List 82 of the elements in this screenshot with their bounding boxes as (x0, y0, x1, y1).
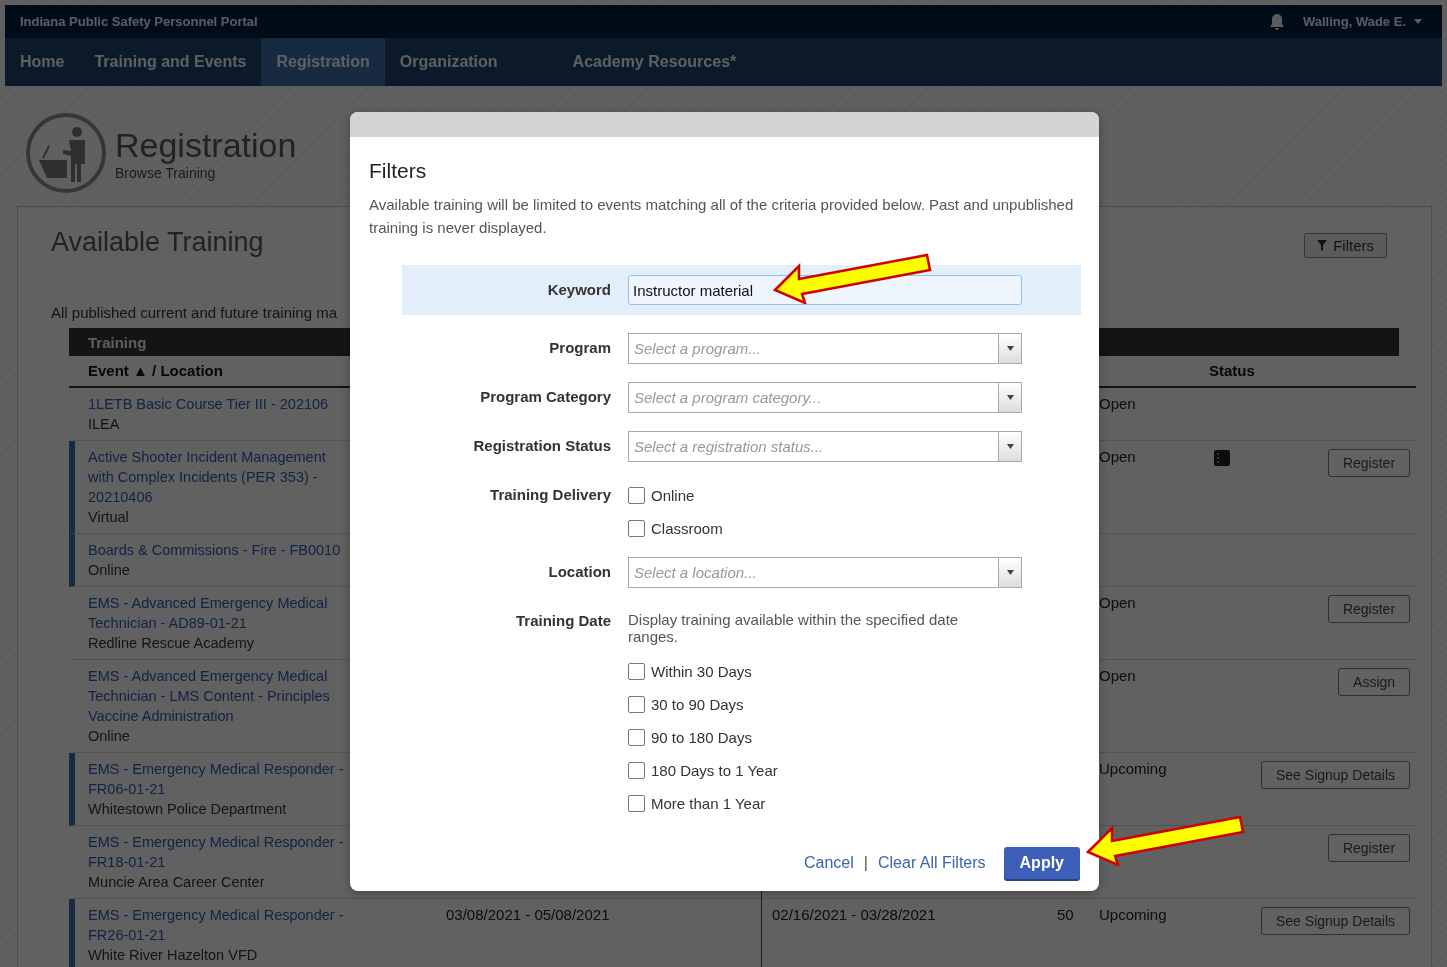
nav-tab[interactable]: Registration (261, 38, 385, 86)
page-subtitle: Browse Training (115, 165, 217, 181)
field-hint: Display training available within the specified date ranges. (628, 611, 960, 645)
dropdown-arrow-icon (1006, 395, 1014, 400)
status-text: Upcoming (1098, 759, 1167, 779)
event-location: Whitestown Police Department (88, 800, 288, 819)
row-action-button[interactable]: See Signup Details (1261, 761, 1411, 789)
event-link[interactable]: EMS - Emergency Medical Responder - FR06-01-21 (88, 759, 353, 799)
checkbox[interactable] (628, 520, 645, 537)
caret-icon (1414, 19, 1422, 24)
status-text: Open (1098, 666, 1136, 686)
checkbox-option[interactable]: 180 Days to 1 Year (628, 760, 1008, 781)
checkbox[interactable] (628, 795, 645, 812)
column-header[interactable]: Event ▲ / Location (69, 356, 223, 379)
checkbox-option[interactable]: Within 30 Days (628, 661, 1008, 682)
event-link[interactable]: EMS - Advanced Emergency Medical Technician - LMS Content - Principles Vaccine Administration (88, 666, 353, 726)
event-link[interactable]: EMS - Advanced Emergency Medical Technician - AD89-01-21 (88, 593, 353, 633)
row-action-button[interactable]: See Signup Details (1261, 907, 1411, 935)
checkbox-option[interactable]: 90 to 180 Days (628, 727, 1008, 748)
intro-text: All published current and future training ma (51, 304, 338, 321)
event-location: Online (88, 561, 131, 580)
dropdown-arrow-icon (1006, 570, 1014, 575)
table-cell: 02/16/2021 - 03/28/2021 (761, 899, 1046, 967)
dropdown-arrow-icon (1006, 346, 1014, 351)
event-location: White River Hazelton VFD (88, 946, 259, 965)
book-icon[interactable] (1213, 449, 1231, 467)
event-location: ILEA (88, 415, 121, 434)
column-header[interactable]: Status (1201, 356, 1255, 379)
row-action-button[interactable]: Register (1327, 834, 1411, 862)
checkbox[interactable] (628, 762, 645, 779)
event-location: Muncie Area Career Center (88, 873, 266, 892)
event-location: Online (88, 727, 131, 746)
status-text: Open (1098, 593, 1136, 613)
event-link[interactable]: Boards & Commissions - Fire - FB0010 (88, 540, 353, 560)
field-label: Training Date (514, 611, 611, 631)
dropdown-arrow-icon (1006, 444, 1014, 449)
checkbox-option[interactable]: 30 to 90 Days (628, 694, 1008, 715)
checkbox[interactable] (628, 696, 645, 713)
user-menu[interactable]: Walling, Wade E. (1302, 14, 1422, 29)
apply-button[interactable]: Apply (1003, 847, 1080, 879)
cancel-link[interactable]: Cancel (804, 854, 854, 872)
checkbox-option[interactable]: Classroom (628, 518, 723, 539)
event-link[interactable]: EMS - Emergency Medical Responder - FR26-01-21 (88, 905, 353, 945)
table-cell-text: 50 (1056, 905, 1074, 925)
table-cell-text: 03/08/2021 - 05/08/2021 (445, 905, 610, 925)
row-action-button[interactable]: Assign (1338, 668, 1411, 696)
status-text: Upcoming (1098, 905, 1167, 925)
event-link[interactable]: 1LETB Basic Course Tier III - 202106 (88, 394, 353, 414)
event-location: Virtual (88, 508, 130, 527)
field-label: Program (548, 338, 611, 358)
checkbox[interactable] (628, 729, 645, 746)
event-link[interactable]: EMS - Emergency Medical Responder - FR18-01-21 (88, 832, 353, 872)
select-field[interactable]: Select a registration status... (628, 431, 1022, 462)
page-title: Registration (115, 125, 297, 165)
event-link[interactable]: Active Shooter Incident Management with Complex Incidents (PER 353) - 20210406 (88, 447, 353, 507)
panel-title: Available Training (51, 227, 264, 258)
status-text: Open (1098, 394, 1136, 414)
bell-icon[interactable] (1268, 12, 1285, 31)
select-field[interactable]: Select a program... (628, 333, 1022, 364)
event-location: Redline Rescue Academy (88, 634, 256, 653)
filters-button[interactable]: Filters (1304, 233, 1387, 258)
status-text: Open (1098, 447, 1136, 467)
dialog-title: Filters (369, 159, 428, 183)
select-field[interactable]: Select a program category... (628, 382, 1022, 413)
dialog-description: Available training will be limited to events matching all of the criteria provided below. Past and unpublished training is never displayed. (369, 195, 1075, 238)
checkbox[interactable] (628, 663, 645, 680)
checkbox[interactable] (628, 487, 645, 504)
row-action-button[interactable]: Register (1327, 595, 1411, 623)
funnel-icon (1317, 240, 1328, 251)
field-label: Program Category (479, 387, 611, 407)
field-label: Location (547, 562, 611, 582)
row-action-button[interactable]: Register (1327, 449, 1411, 477)
link-separator: | (863, 854, 868, 872)
field-label: Training Delivery (489, 485, 611, 505)
checkbox-option[interactable]: Online (628, 485, 723, 506)
field-label: Registration Status (472, 436, 611, 456)
field-label: Keyword (546, 280, 611, 300)
clear-filters-link[interactable]: Clear All Filters (877, 854, 986, 872)
select-field[interactable]: Select a location... (628, 557, 1022, 588)
checkbox-option[interactable]: More than 1 Year (628, 793, 1008, 814)
portal-title: Indiana Public Safety Personnel Portal (20, 14, 258, 29)
person-at-desk-icon (25, 112, 107, 194)
